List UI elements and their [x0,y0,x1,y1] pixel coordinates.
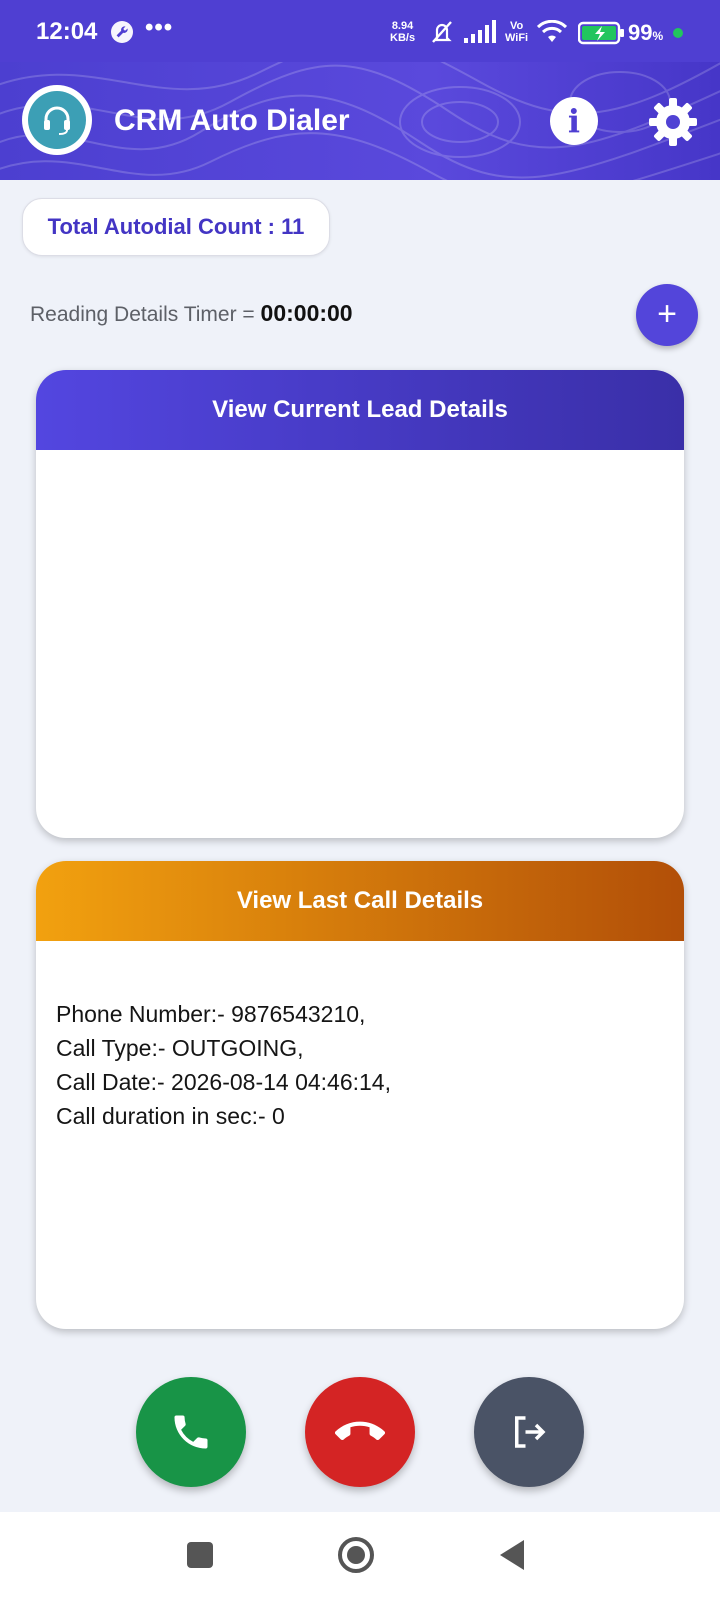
wrench-icon [111,21,133,43]
recents-button[interactable] [187,1542,213,1568]
more-dots: ••• [145,14,174,41]
view-current-lead-button[interactable]: View Current Lead Details [36,370,684,450]
hangup-icon [335,1421,385,1441]
vo-label: Vo [509,20,524,32]
logout-icon [515,1416,546,1448]
last-call-details: Phone Number:- 9876543210, Call Type:- O… [36,941,684,1133]
call-duration-line: Call duration in sec:- 0 [56,1103,285,1129]
phone-number-line: Phone Number:- 9876543210, [56,1001,366,1027]
timer-label: Reading Details Timer = [30,303,261,326]
info-icon: i [567,102,581,140]
back-button[interactable] [500,1540,524,1570]
gear-icon[interactable] [646,95,700,149]
current-lead-card: View Current Lead Details [36,370,684,838]
app-title: CRM Auto Dialer [114,104,350,137]
reading-timer: Reading Details Timer = 00:00:00 [30,300,353,327]
home-button[interactable] [338,1537,374,1573]
wifi-label: WiFi [505,32,529,44]
wifi-icon [537,20,567,42]
status-bar: 12:04 ••• 8.94 KB/s Vo WiFi 99% [0,0,720,62]
call-button[interactable] [136,1377,246,1487]
battery-icon [578,21,624,45]
net-speed-value: 8.94 [391,20,414,32]
battery-unit: % [652,29,664,43]
app-header: CRM Auto Dialer i [0,62,720,180]
headset-icon [28,91,86,149]
call-type-line: Call Type:- OUTGOING, [56,1035,304,1061]
logout-button[interactable] [474,1377,584,1487]
timer-value: 00:00:00 [260,300,353,326]
call-date-line: Call Date:- 2026-08-14 04:46:14, [56,1069,391,1095]
mute-icon [432,21,452,43]
signal-icon [464,20,496,43]
last-call-card: View Last Call Details Phone Number:- 98… [36,861,684,1329]
battery-value: 99 [628,20,653,45]
view-last-call-button[interactable]: View Last Call Details [36,861,684,941]
privacy-indicator-dot [673,28,683,38]
add-button[interactable]: + [636,284,698,346]
status-time: 12:04 [36,18,98,45]
net-speed: 8.94 KB/s [390,20,415,44]
hangup-button[interactable] [305,1377,415,1487]
autodial-count-badge: Total Autodial Count : 11 [22,198,330,256]
net-speed-unit: KB/s [390,32,416,44]
header-pattern [0,62,720,180]
phone-icon [174,1415,208,1449]
plus-icon: + [657,295,677,333]
app-logo [22,85,92,155]
info-button[interactable]: i [550,97,598,145]
system-nav-bar [0,1512,720,1600]
vowifi: Vo WiFi [505,20,528,44]
battery-percent: 99% [628,20,663,46]
